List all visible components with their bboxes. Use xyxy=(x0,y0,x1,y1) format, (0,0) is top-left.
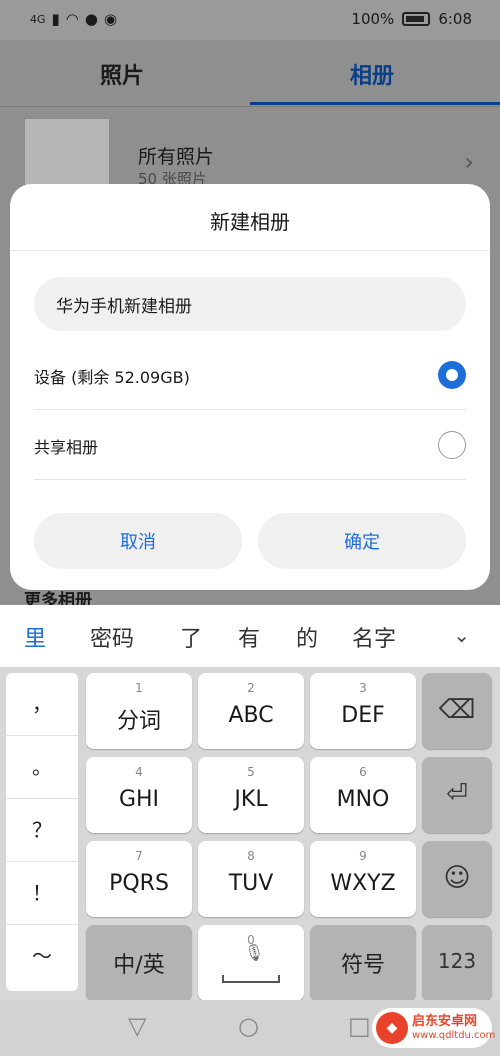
key-number: 9 xyxy=(359,849,367,863)
radio-device-selected[interactable] xyxy=(438,361,466,389)
home-icon[interactable]: ○ xyxy=(238,1012,259,1040)
navigation-bar: ▽ ○ □ ◆ 启东安卓网 www.qdltdu.com xyxy=(0,1000,500,1056)
space-bar-icon xyxy=(222,975,280,983)
emoji-icon: ☺ xyxy=(443,863,471,893)
key-label: WXYZ xyxy=(330,871,396,896)
back-icon[interactable]: ▽ xyxy=(128,1012,146,1040)
new-album-dialog: 新建相册 设备 (剩余 52.09GB) 共享相册 取消 确定 xyxy=(10,184,490,590)
candidate-item[interactable]: 了 xyxy=(180,621,202,653)
recents-icon[interactable]: □ xyxy=(348,1012,371,1040)
clock: 6:08 xyxy=(438,10,472,28)
key-number: 8 xyxy=(247,849,255,863)
dialog-title: 新建相册 xyxy=(210,210,290,234)
t9-keyboard: ， 。 ？ ！ ～ 1 分词 2 ABC 3 DEF ⌫ 4 GHI 5 JKL… xyxy=(0,667,500,1001)
key-number: 7 xyxy=(135,849,143,863)
tab-indicator xyxy=(250,102,500,105)
watermark-url: www.qdltdu.com xyxy=(412,1030,496,1041)
tab-albums[interactable]: 相册 xyxy=(350,58,394,90)
key-label: DEF xyxy=(341,703,385,728)
key-7[interactable]: 7 PQRS xyxy=(86,841,192,917)
network-label: 4G xyxy=(30,12,46,26)
status-right: 100% 6:08 xyxy=(351,10,472,28)
punct-key[interactable]: ？ xyxy=(6,799,78,862)
key-number: 2 xyxy=(247,681,255,695)
wifi-icon: ◠ xyxy=(65,10,79,28)
key-label: 123 xyxy=(437,949,477,973)
dialog-divider xyxy=(10,250,490,251)
candidate-item[interactable]: 的 xyxy=(296,621,318,653)
enter-icon: ⏎ xyxy=(446,779,468,809)
symbols-key[interactable]: 符号 xyxy=(310,925,416,1001)
message-icon: ● xyxy=(84,10,98,28)
key-4[interactable]: 4 GHI xyxy=(86,757,192,833)
numbers-key[interactable]: 123 xyxy=(422,925,492,1001)
key-6[interactable]: 6 MNO xyxy=(310,757,416,833)
key-label: TUV xyxy=(228,871,274,896)
key-8[interactable]: 8 TUV xyxy=(198,841,304,917)
punct-key[interactable]: ！ xyxy=(6,862,78,925)
key-9[interactable]: 9 WXYZ xyxy=(310,841,416,917)
watermark-badge: ◆ 启东安卓网 www.qdltdu.com xyxy=(372,1008,496,1048)
backspace-key[interactable]: ⌫ xyxy=(422,673,492,749)
punct-key[interactable]: 。 xyxy=(6,736,78,799)
battery-percent: 100% xyxy=(351,10,395,28)
key-3[interactable]: 3 DEF xyxy=(310,673,416,749)
cancel-button[interactable]: 取消 xyxy=(34,513,242,569)
notification-icon: ◉ xyxy=(103,10,118,28)
candidate-item[interactable]: 密码 xyxy=(90,621,134,653)
key-label: 符号 xyxy=(340,953,385,978)
tab-divider xyxy=(0,106,500,107)
key-label: PQRS xyxy=(109,871,169,896)
lang-switch-key[interactable]: 中/英 xyxy=(86,925,192,1001)
radio-shared-unselected[interactable] xyxy=(438,431,466,459)
punctuation-column[interactable]: ， 。 ？ ！ ～ xyxy=(6,673,78,991)
album-name-input[interactable] xyxy=(34,277,466,331)
candidate-item[interactable]: 有 xyxy=(238,621,260,653)
candidate-item[interactable]: 里 xyxy=(24,621,46,653)
space-key[interactable]: 0 🎙 xyxy=(198,925,304,1001)
key-number: 4 xyxy=(135,765,143,779)
key-1[interactable]: 1 分词 xyxy=(86,673,192,749)
key-number: 5 xyxy=(247,765,255,779)
option-shared-album[interactable]: 共享相册 xyxy=(34,410,466,480)
key-number: 6 xyxy=(359,765,367,779)
key-number: 1 xyxy=(135,681,143,695)
ok-button[interactable]: 确定 xyxy=(258,513,466,569)
watermark-title: 启东安卓网 xyxy=(412,1014,478,1029)
key-5[interactable]: 5 JKL xyxy=(198,757,304,833)
option-label: 设备 (剩余 52.09GB) xyxy=(34,368,190,387)
punct-key[interactable]: ， xyxy=(6,673,78,736)
album-name: 所有照片 xyxy=(138,146,215,168)
enter-key[interactable]: ⏎ xyxy=(422,757,492,833)
emoji-key[interactable]: ☺ xyxy=(422,841,492,917)
candidate-bar: 里 密码 了 有 的 名字 ⌄ xyxy=(0,605,500,667)
watermark-logo-icon: ◆ xyxy=(376,1012,408,1044)
option-label: 共享相册 xyxy=(34,438,99,457)
backspace-icon: ⌫ xyxy=(438,695,476,725)
tab-photos[interactable]: 照片 xyxy=(100,58,144,90)
chevron-down-icon[interactable]: ⌄ xyxy=(453,623,470,647)
microphone-icon: 🎙 xyxy=(244,943,265,962)
punct-key[interactable]: ～ xyxy=(6,925,78,988)
candidate-item[interactable]: 名字 xyxy=(352,621,396,653)
battery-icon xyxy=(402,12,431,26)
chevron-right-icon: › xyxy=(464,148,474,176)
key-label: ABC xyxy=(228,703,274,728)
key-2[interactable]: 2 ABC xyxy=(198,673,304,749)
key-label: MNO xyxy=(336,787,390,812)
key-label: JKL xyxy=(234,787,268,812)
status-bar: 4G ▮ ◠ ● ◉ 100% 6:08 xyxy=(0,0,500,40)
key-label: 分词 xyxy=(116,709,161,734)
key-label: GHI xyxy=(118,787,160,812)
option-device-storage[interactable]: 设备 (剩余 52.09GB) xyxy=(34,340,466,410)
key-number: 3 xyxy=(359,681,367,695)
key-label: 中/英 xyxy=(113,953,165,978)
album-thumbnail xyxy=(24,118,110,188)
signal-icon: ▮ xyxy=(51,10,60,28)
tab-bar: 照片 相册 xyxy=(0,40,500,106)
status-left: 4G ▮ ◠ ● ◉ xyxy=(30,10,117,28)
